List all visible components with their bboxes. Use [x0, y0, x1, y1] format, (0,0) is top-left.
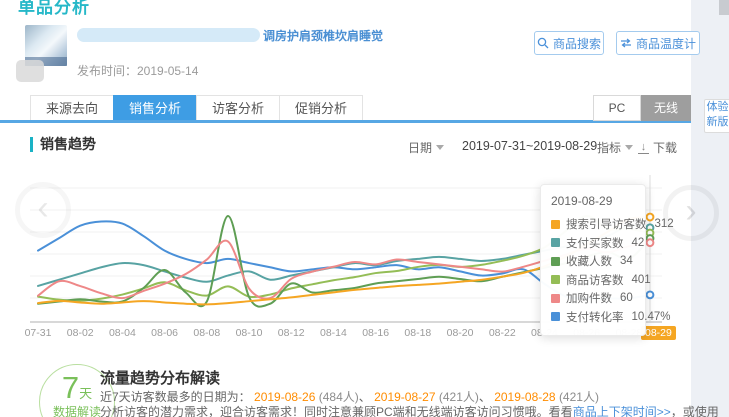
tooltip-series-value: 312	[655, 218, 674, 230]
x-tick-label: 08-20	[440, 327, 480, 339]
series-color-swatch	[551, 312, 560, 321]
shop-logo-blurred	[16, 60, 44, 82]
tooltip-row: 支付买家数42	[551, 234, 635, 253]
chart-next-arrow-button[interactable]: ›	[663, 185, 719, 241]
tooltip-series-label: 搜索引导访客数	[566, 216, 647, 232]
search-icon	[537, 37, 549, 49]
tooltip-series-label: 商品访客数	[566, 272, 624, 288]
product-title-blurred-segment	[77, 28, 260, 42]
chevron-right-icon: ›	[685, 194, 696, 228]
tooltip-row: 搜索引导访客数312	[551, 215, 635, 234]
series-endpoint-marker	[647, 214, 654, 221]
download-button[interactable]: ↓ 下载	[638, 139, 677, 156]
tooltip-series-label: 收藏人数	[566, 253, 612, 269]
product-title: 调房护肩颈椎坎肩睡觉	[263, 27, 383, 44]
section-title: 销售趋势	[40, 134, 96, 154]
tab-source-destination[interactable]: 来源去向	[30, 95, 113, 121]
chart-prev-arrow-button[interactable]: ‹	[15, 182, 71, 238]
section-accent-bar	[30, 137, 33, 152]
tab-promotion-analysis[interactable]: 促销分析	[279, 95, 363, 121]
toggle-pc[interactable]: PC	[593, 95, 641, 121]
tabs-underline	[0, 120, 691, 123]
x-tick-label: 08-16	[356, 327, 396, 339]
x-tick-label: 08-02	[60, 327, 100, 339]
product-thermometer-button[interactable]: 商品温度计	[616, 31, 700, 55]
insight-title: 流量趋势分布解读	[100, 367, 220, 388]
series-color-swatch	[551, 275, 560, 284]
tooltip-series-value: 42	[632, 237, 645, 249]
tooltip-row: 收藏人数 34	[551, 252, 635, 271]
toggle-wireless[interactable]: 无线	[641, 95, 691, 121]
x-tick-label: 08-08	[187, 327, 227, 339]
tooltip-series-value: 401	[632, 274, 651, 286]
new-version-line2: 新版	[705, 115, 729, 130]
date-range-value[interactable]: 2019-07-31~2019-08-29	[462, 139, 597, 153]
tooltip-series-value: 34	[620, 255, 633, 267]
download-label: 下载	[653, 139, 677, 156]
top-day-count: (421人)	[439, 390, 479, 404]
chevron-down-icon	[436, 145, 444, 150]
scrollbar-thumb[interactable]	[719, 0, 729, 15]
chevron-left-icon: ‹	[37, 191, 48, 225]
chevron-down-icon	[625, 145, 633, 150]
tooltip-series-value: 60	[620, 292, 633, 304]
top-day-date: 2019-08-27	[371, 390, 439, 404]
x-tick-label: 08-04	[102, 327, 142, 339]
metric-dropdown-label: 指标	[597, 139, 621, 156]
x-tick-label: 08-06	[145, 327, 185, 339]
new-version-line1: 体验	[705, 100, 729, 115]
series-color-swatch	[551, 294, 560, 303]
tooltip-series-value: 10.47%	[632, 311, 671, 323]
exchange-arrows-icon	[620, 38, 632, 48]
insight-line1-prefix: 近7天访客数最多的日期为：	[100, 390, 251, 404]
series-endpoint-marker	[647, 239, 654, 246]
try-new-version-badge[interactable]: 体验 新版	[704, 99, 729, 133]
x-tick-label: 07-31	[18, 327, 58, 339]
series-color-swatch	[551, 257, 560, 266]
date-dropdown-label: 日期	[408, 139, 432, 156]
badge-unit: 天	[79, 386, 92, 401]
x-tick-label: 08-18	[398, 327, 438, 339]
single-product-analysis-page: 单品分析 调房护肩颈椎坎肩睡觉 发布时间：2019-05-14 商品搜索 商品温…	[0, 0, 729, 417]
series-color-swatch	[551, 220, 560, 229]
x-tick-label: 08-12	[271, 327, 311, 339]
publish-time: 发布时间：2019-05-14	[77, 62, 198, 79]
insight-line2-text: 分析访客的潜力需求，迎合访客需求！同时注意兼顾PC端和无线端访客访问习惯哦。看看	[100, 405, 573, 417]
download-icon: ↓	[638, 142, 649, 154]
tooltip-date: 2019-08-29	[551, 194, 635, 208]
page-title: 单品分析	[18, 0, 90, 18]
top-day-count: (484人)	[319, 390, 359, 404]
series-color-swatch	[551, 238, 560, 247]
insight-line2: 分析访客的潜力需求，迎合访客需求！同时注意兼顾PC端和无线端访客访问习惯哦。看看…	[100, 403, 729, 417]
date-dropdown[interactable]: 日期	[408, 139, 444, 156]
x-axis-highlight-badge: 08-29	[641, 326, 676, 340]
product-search-button[interactable]: 商品搜索	[534, 31, 604, 55]
tooltip-row: 加购件数 60	[551, 289, 635, 308]
chart-tooltip: 2019-08-29 搜索引导访客数312支付买家数42收藏人数34商品访客数4…	[540, 184, 646, 336]
x-tick-label: 08-10	[229, 327, 269, 339]
metric-dropdown[interactable]: 指标	[597, 139, 633, 156]
tab-visitor-analysis[interactable]: 访客分析	[196, 95, 279, 121]
product-thermometer-label: 商品温度计	[636, 35, 696, 52]
badge-number: 7	[62, 371, 79, 405]
product-search-label: 商品搜索	[553, 35, 601, 52]
analysis-tabs: 来源去向销售分析访客分析促销分析	[30, 95, 363, 121]
x-tick-label: 08-22	[482, 327, 522, 339]
separator: 、	[359, 390, 371, 404]
top-day-date: 2019-08-28	[491, 390, 559, 404]
tooltip-series-label: 支付买家数	[566, 235, 624, 251]
separator: 、	[479, 390, 491, 404]
tooltip-series-label: 支付转化率	[566, 309, 624, 325]
series-endpoint-marker	[647, 291, 654, 298]
x-tick-label: 08-14	[313, 327, 353, 339]
tab-sales-analysis[interactable]: 销售分析	[113, 95, 196, 121]
tooltip-row: 商品访客数401	[551, 271, 635, 290]
shelf-time-link[interactable]: 商品上下架时间>>	[573, 405, 671, 417]
top-day-date: 2019-08-26	[251, 390, 319, 404]
top-day-count: (421人)	[559, 390, 599, 404]
tooltip-rows: 搜索引导访客数312支付买家数42收藏人数 34 商品访客数401加购件数 60 支付转…	[551, 215, 635, 326]
tooltip-series-label: 加购件数	[566, 290, 612, 306]
tooltip-row: 支付转化率10.47%	[551, 308, 635, 327]
